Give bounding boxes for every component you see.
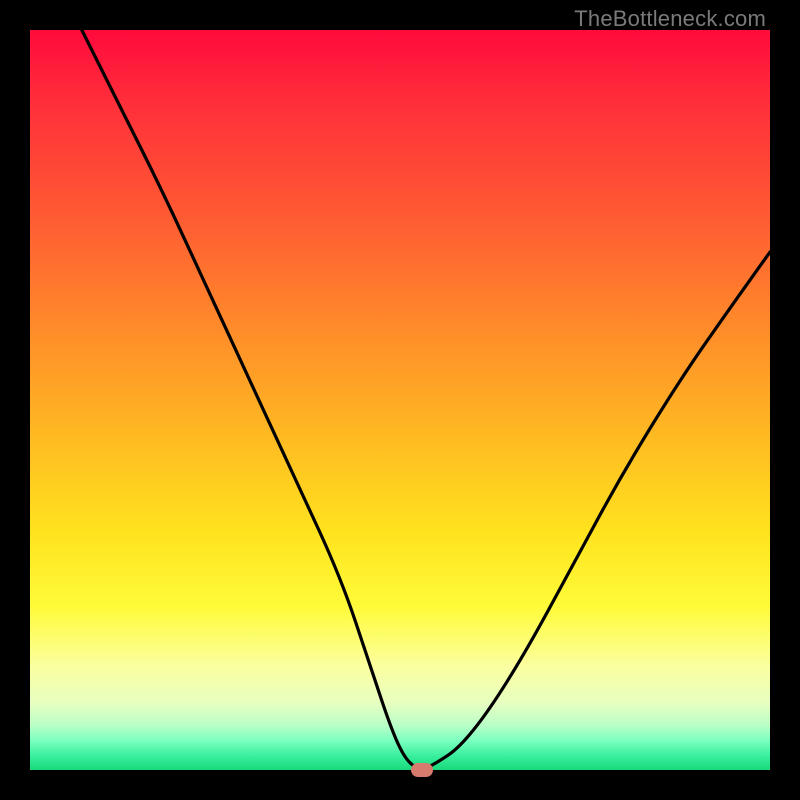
watermark-text: TheBottleneck.com [574,6,766,32]
chart-frame: TheBottleneck.com [0,0,800,800]
bottleneck-curve [30,30,770,770]
plot-area [30,30,770,770]
curve-path [82,30,770,768]
optimum-marker [411,763,433,777]
